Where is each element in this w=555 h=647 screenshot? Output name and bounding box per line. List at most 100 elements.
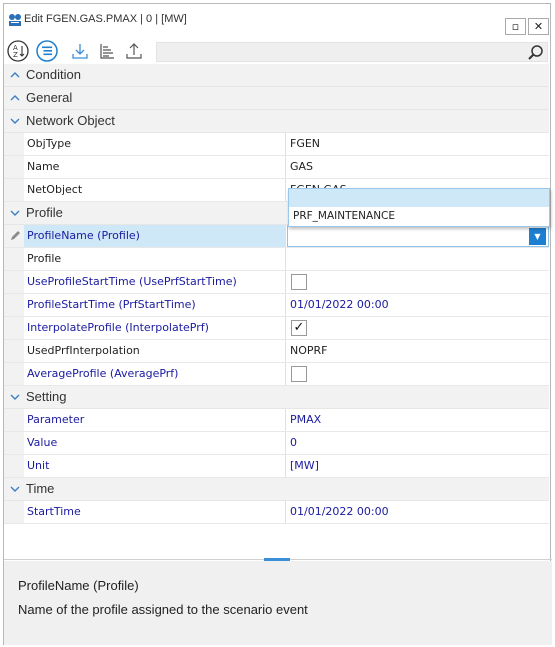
dropdown-arrow-button[interactable]: ▼ bbox=[529, 228, 546, 245]
property-row-value[interactable]: Value 0 bbox=[4, 432, 549, 455]
row-gutter bbox=[4, 133, 24, 155]
property-name: ProfileStartTime (PrfStartTime) bbox=[24, 294, 286, 316]
property-name: ProfileName (Profile) bbox=[24, 225, 286, 247]
property-name: StartTime bbox=[24, 501, 286, 523]
upload-icon bbox=[126, 43, 142, 59]
chevron-up-icon[interactable] bbox=[9, 92, 21, 104]
property-value[interactable]: 01/01/2022 00:00 bbox=[287, 294, 549, 316]
category-label: Condition bbox=[26, 67, 81, 82]
property-row-profilename[interactable]: ProfileName (Profile) ▼ bbox=[4, 225, 549, 248]
category-label: Setting bbox=[26, 389, 67, 404]
search-icon[interactable] bbox=[527, 44, 544, 61]
property-name: NetObject bbox=[24, 179, 286, 201]
property-grid: Condition General Network Object ObjType… bbox=[4, 64, 549, 524]
property-row-starttime[interactable]: StartTime 01/01/2022 00:00 bbox=[4, 501, 549, 524]
property-row-profilestarttime[interactable]: ProfileStartTime (PrfStartTime) 01/01/20… bbox=[4, 294, 549, 317]
property-value[interactable] bbox=[287, 271, 549, 293]
interpolate-profile-checkbox[interactable]: ✓ bbox=[291, 320, 307, 336]
property-value[interactable]: PMAX bbox=[287, 409, 549, 431]
close-button[interactable]: ✕ bbox=[528, 18, 549, 35]
profile-name-select[interactable]: ▼ bbox=[287, 225, 549, 247]
property-row-averageprofile[interactable]: AverageProfile (AveragePrf) bbox=[4, 363, 549, 386]
property-name: ObjType bbox=[24, 133, 286, 155]
property-row-parameter[interactable]: Parameter PMAX bbox=[4, 409, 549, 432]
row-gutter bbox=[4, 340, 24, 362]
restore-button[interactable]: ▫ bbox=[505, 18, 526, 35]
row-gutter bbox=[4, 294, 24, 316]
property-row-objtype[interactable]: ObjType FGEN bbox=[4, 133, 549, 156]
app-logo-icon bbox=[9, 14, 21, 26]
category-network-object[interactable]: Network Object bbox=[4, 110, 549, 133]
description-panel: ProfileName (Profile) Name of the profil… bbox=[4, 561, 552, 645]
description-title: ProfileName (Profile) bbox=[18, 578, 139, 593]
chevron-down-icon[interactable] bbox=[9, 115, 21, 127]
chevron-up-icon[interactable] bbox=[9, 69, 21, 81]
category-time[interactable]: Time bbox=[4, 478, 549, 501]
row-gutter bbox=[4, 409, 24, 431]
property-name: AverageProfile (AveragePrf) bbox=[24, 363, 286, 385]
sort-az-icon: A Z bbox=[7, 40, 29, 62]
property-value[interactable]: [MW] bbox=[287, 455, 549, 477]
property-name: Name bbox=[24, 156, 286, 178]
row-gutter bbox=[4, 501, 24, 523]
property-name: Value bbox=[24, 432, 286, 454]
category-setting[interactable]: Setting bbox=[4, 386, 549, 409]
property-row-interpolateprofile[interactable]: InterpolateProfile (InterpolatePrf) ✓ bbox=[4, 317, 549, 340]
row-gutter bbox=[4, 179, 24, 201]
property-value[interactable] bbox=[287, 363, 549, 385]
category-label: General bbox=[26, 90, 73, 105]
property-value[interactable]: 01/01/2022 00:00 bbox=[287, 501, 549, 523]
property-value[interactable]: ✓ bbox=[287, 317, 549, 339]
average-profile-checkbox[interactable] bbox=[291, 366, 307, 382]
sort-az-button[interactable]: A Z bbox=[6, 39, 30, 63]
categorized-icon bbox=[36, 40, 58, 62]
property-value: GAS bbox=[290, 160, 314, 173]
category-condition[interactable]: Condition bbox=[4, 64, 549, 87]
property-value[interactable]: 0 bbox=[287, 432, 549, 454]
use-profile-start-checkbox[interactable] bbox=[291, 274, 307, 290]
chevron-down-icon[interactable] bbox=[9, 391, 21, 403]
dropdown-option-empty[interactable] bbox=[289, 189, 549, 207]
upload-button[interactable] bbox=[122, 39, 146, 63]
toolbar: A Z bbox=[4, 37, 550, 67]
download-icon bbox=[72, 44, 88, 59]
row-gutter bbox=[4, 432, 24, 454]
chevron-down-icon[interactable] bbox=[9, 207, 21, 219]
property-value: FGEN bbox=[290, 137, 321, 150]
property-row-name[interactable]: Name GAS bbox=[4, 156, 549, 179]
checkmark-icon: ✓ bbox=[293, 320, 305, 335]
property-name: InterpolateProfile (InterpolatePrf) bbox=[24, 317, 286, 339]
pencil-icon bbox=[11, 231, 20, 240]
description-text: Name of the profile assigned to the scen… bbox=[18, 602, 308, 617]
window-title: Edit FGEN.GAS.PMAX | 0 | [MW] bbox=[24, 13, 187, 25]
row-gutter bbox=[4, 271, 24, 293]
property-name: UseProfileStartTime (UsePrfStartTime) bbox=[24, 271, 286, 293]
row-gutter bbox=[4, 248, 24, 270]
category-label: Network Object bbox=[26, 113, 115, 128]
row-gutter bbox=[4, 317, 24, 339]
edit-window: Edit FGEN.GAS.PMAX | 0 | [MW] ▫ ✕ A Z Co… bbox=[3, 3, 552, 645]
hierarchy-button[interactable] bbox=[95, 39, 119, 63]
property-value: NOPRF bbox=[290, 344, 328, 357]
category-label: Time bbox=[26, 481, 55, 496]
download-button[interactable] bbox=[68, 39, 92, 63]
property-name: Parameter bbox=[24, 409, 286, 431]
property-row-usedprfinterpolation[interactable]: UsedPrfInterpolation NOPRF bbox=[4, 340, 549, 363]
property-row-unit[interactable]: Unit [MW] bbox=[4, 455, 549, 478]
search-input[interactable] bbox=[156, 42, 548, 62]
categorized-button[interactable] bbox=[35, 39, 59, 63]
svg-text:Z: Z bbox=[13, 51, 18, 59]
row-gutter bbox=[4, 156, 24, 178]
category-label: Profile bbox=[26, 205, 63, 220]
chevron-down-icon[interactable] bbox=[9, 483, 21, 495]
property-row-useprofilestarttime[interactable]: UseProfileStartTime (UsePrfStartTime) bbox=[4, 271, 549, 294]
hierarchy-icon bbox=[100, 44, 114, 59]
category-general[interactable]: General bbox=[4, 87, 549, 110]
row-gutter bbox=[4, 225, 24, 247]
property-value bbox=[287, 248, 549, 270]
property-name: Profile bbox=[24, 248, 286, 270]
row-gutter bbox=[4, 455, 24, 477]
dropdown-option[interactable]: PRF_MAINTENANCE bbox=[289, 207, 549, 226]
property-name: UsedPrfInterpolation bbox=[24, 340, 286, 362]
property-row-profile[interactable]: Profile bbox=[4, 248, 549, 271]
